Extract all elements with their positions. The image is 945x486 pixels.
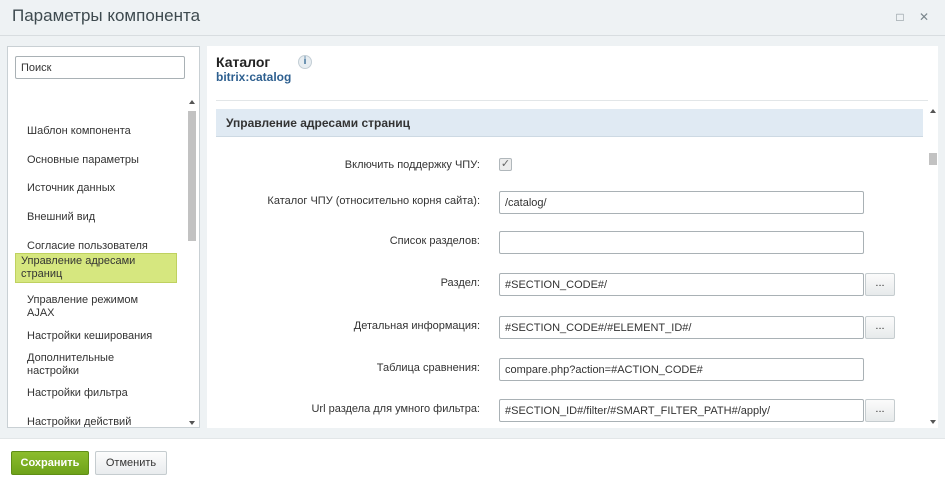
sidebar-item-appearance[interactable]: Внешний вид	[15, 209, 177, 225]
sidebar-scrollbar[interactable]	[187, 97, 197, 427]
main-scrollbar[interactable]	[928, 106, 938, 426]
detail-url-input[interactable]	[499, 316, 864, 339]
sidebar-item-filter[interactable]: Настройки фильтра	[15, 385, 177, 401]
smart-filter-label: Url раздела для умного фильтра:	[311, 403, 480, 415]
component-title: Каталог	[216, 54, 271, 70]
scroll-up-icon[interactable]	[930, 109, 936, 113]
close-icon[interactable]: ✕	[917, 10, 931, 24]
settings-panel: Каталог i bitrix:catalog Управление адре…	[207, 46, 938, 428]
window-title: Параметры компонента	[12, 6, 201, 25]
divider	[216, 100, 928, 101]
sidebar-item-cache[interactable]: Настройки кеширования	[15, 328, 177, 344]
cancel-button[interactable]: Отменить	[95, 451, 167, 475]
sections-list-input[interactable]	[499, 231, 864, 254]
sidebar-item-ajax[interactable]: Управление режимом AJAX	[15, 294, 177, 319]
sidebar-item-template[interactable]: Шаблон компонента	[15, 123, 177, 139]
sidebar: Шаблон компонента Основные параметры Ист…	[7, 46, 200, 428]
sidebar-item-basic[interactable]: Основные параметры	[15, 152, 177, 168]
scrollbar-thumb[interactable]	[188, 111, 196, 241]
info-icon[interactable]: i	[298, 55, 312, 69]
sef-folder-input[interactable]	[499, 191, 864, 214]
scroll-down-icon[interactable]	[930, 420, 936, 424]
dialog-body: Шаблон компонента Основные параметры Ист…	[0, 36, 945, 438]
sidebar-item-data-source[interactable]: Источник данных	[15, 180, 177, 196]
component-code: bitrix:catalog	[216, 70, 292, 84]
window-titlebar: Параметры компонента □ ✕	[0, 0, 945, 36]
smart-filter-button[interactable]: ...	[865, 399, 895, 422]
sidebar-item-url-management[interactable]: Управление адресами страниц	[15, 253, 177, 283]
detail-url-label: Детальная информация:	[353, 320, 480, 332]
section-url-button[interactable]: ...	[865, 273, 895, 296]
scroll-down-icon[interactable]	[189, 421, 195, 425]
dialog-footer: Сохранить Отменить	[0, 438, 945, 486]
search-input[interactable]	[15, 56, 185, 79]
compare-label: Таблица сравнения:	[376, 362, 480, 374]
smart-filter-input[interactable]	[499, 399, 864, 422]
maximize-icon[interactable]: □	[893, 10, 907, 24]
detail-url-button[interactable]: ...	[865, 316, 895, 339]
save-button[interactable]: Сохранить	[11, 451, 89, 475]
section-header: Управление адресами страниц	[216, 109, 923, 137]
section-url-label: Раздел:	[440, 277, 480, 289]
sef-folder-label: Каталог ЧПУ (относительно корня сайта):	[267, 195, 480, 207]
scrollbar-thumb[interactable]	[929, 153, 937, 165]
sidebar-item-additional[interactable]: Дополнительные настройки	[15, 352, 177, 377]
sidebar-item-user-consent[interactable]: Согласие пользователя	[15, 238, 177, 254]
sef-mode-label: Включить поддержку ЧПУ:	[344, 159, 480, 171]
sidebar-item-actions[interactable]: Настройки действий	[15, 414, 177, 428]
scroll-up-icon[interactable]	[189, 100, 195, 104]
compare-input[interactable]	[499, 358, 864, 381]
sections-list-label: Список разделов:	[389, 235, 480, 247]
sef-mode-checkbox[interactable]: ✓	[499, 158, 512, 171]
section-url-input[interactable]	[499, 273, 864, 296]
